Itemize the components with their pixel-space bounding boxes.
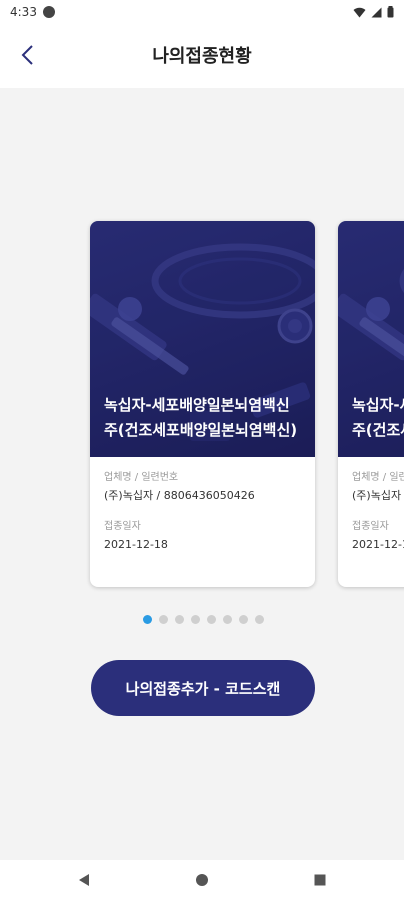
vaccination-content: 녹십자-세포배양일본뇌염백신주(건조세포배양일본뇌염백신) 업체명 / 일련번호… (0, 88, 404, 860)
circle-home-icon (196, 874, 208, 886)
cell-signal-icon (371, 7, 382, 17)
battery-icon (387, 6, 394, 18)
nav-recents-button[interactable] (310, 870, 330, 890)
company-label: 업체명 / 일련번호 (352, 472, 404, 483)
square-recents-icon (314, 874, 326, 886)
vaccine-card-title: 녹십자-세포배양일본뇌염백신주(건조세포배양일본뇌염백신) (352, 396, 404, 439)
page-dot[interactable] (191, 615, 200, 624)
wifi-icon (353, 7, 366, 17)
page-dot[interactable] (239, 615, 248, 624)
page-dot[interactable] (175, 615, 184, 624)
nav-home-button[interactable] (192, 870, 212, 890)
page-dot[interactable] (207, 615, 216, 624)
page-title: 나의접종현황 (152, 46, 252, 67)
app-header: 나의접종현황 (0, 24, 404, 88)
page-dot[interactable] (159, 615, 168, 624)
company-value: (주)녹십자 / 8806436050426 (352, 489, 404, 502)
vaccine-card-title: 녹십자-세포배양일본뇌염백신주(건조세포배양일본뇌염백신) (104, 396, 298, 439)
status-time: 4:33 (10, 5, 37, 19)
vaccine-card-image: 녹십자-세포배양일본뇌염백신주(건조세포배양일본뇌염백신) (90, 221, 315, 457)
date-label: 접종일자 (352, 521, 389, 532)
date-value: 2021-12-18 (352, 538, 404, 551)
notification-icon (42, 6, 55, 18)
page-dot[interactable] (143, 615, 152, 624)
vaccine-card[interactable]: 녹십자-세포배양일본뇌염백신주(건조세포배양일본뇌염백신) 업체명 / 일련번호… (338, 221, 404, 587)
nav-back-button[interactable] (74, 870, 94, 890)
company-label: 업체명 / 일련번호 (104, 472, 179, 483)
system-nav-bar (0, 860, 404, 900)
triangle-back-icon (79, 874, 89, 886)
page-dot[interactable] (223, 615, 232, 624)
add-vaccination-scan-button[interactable]: 나의접종추가 - 코드스캔 (91, 660, 315, 716)
page-dot[interactable] (255, 615, 264, 624)
date-label: 접종일자 (104, 521, 141, 532)
vaccine-card[interactable]: 녹십자-세포배양일본뇌염백신주(건조세포배양일본뇌염백신) 업체명 / 일련번호… (90, 221, 315, 587)
company-value: (주)녹십자 / 8806436050426 (104, 489, 255, 502)
vaccine-card-image: 녹십자-세포배양일본뇌염백신주(건조세포배양일본뇌염백신) (338, 221, 404, 457)
page-indicator (143, 615, 264, 624)
status-bar: 4:33 (0, 0, 404, 24)
date-value: 2021-12-18 (104, 538, 168, 551)
